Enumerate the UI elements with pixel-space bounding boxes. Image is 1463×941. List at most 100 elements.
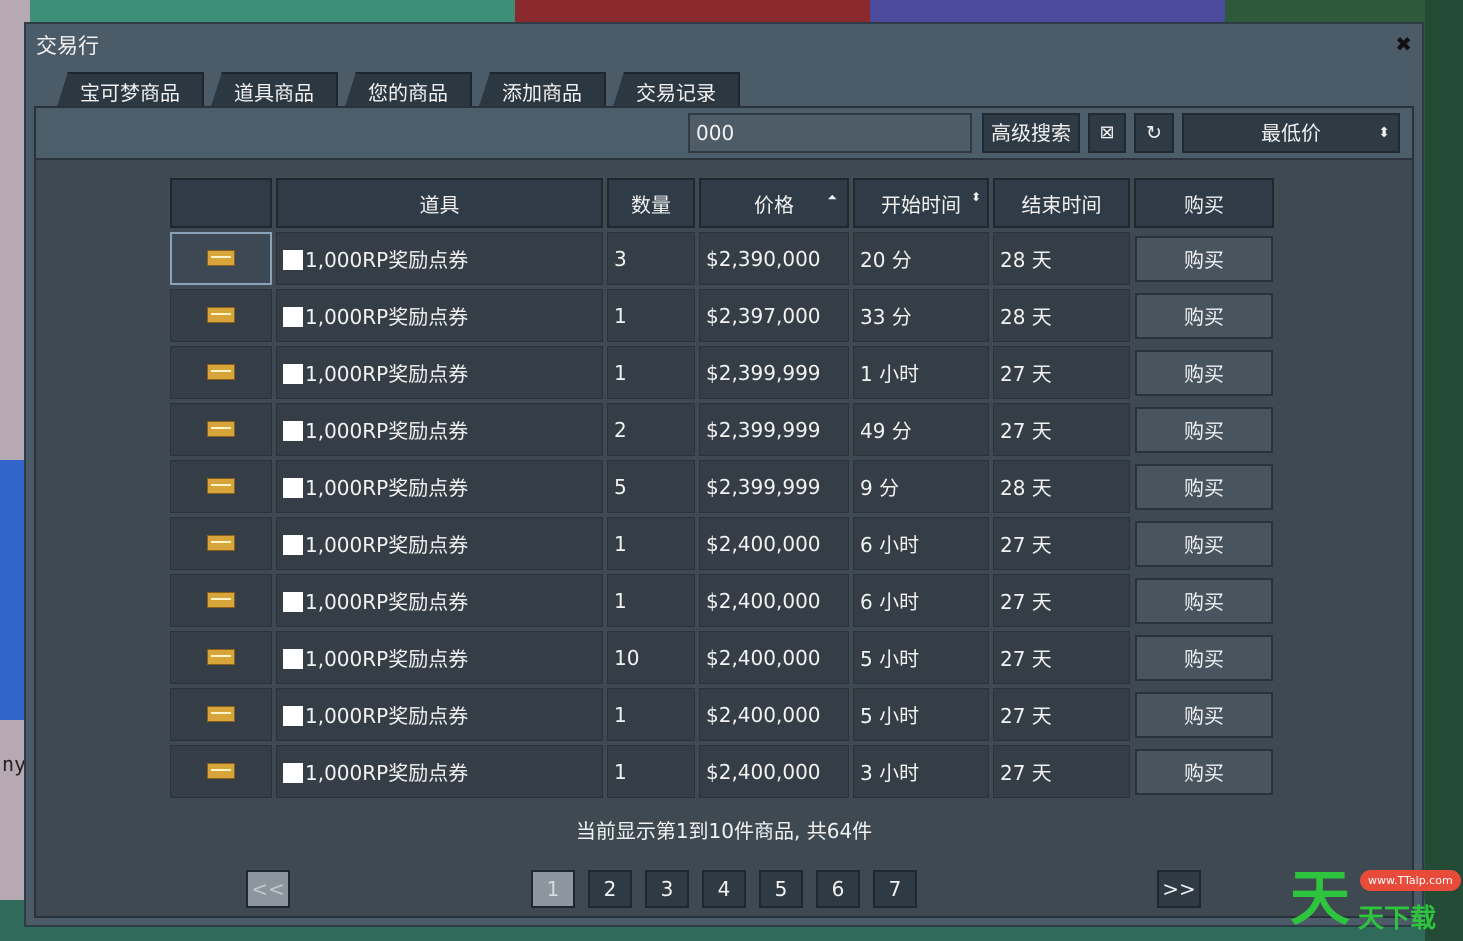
page-3[interactable]: 3: [645, 870, 689, 908]
page-5[interactable]: 5: [759, 870, 803, 908]
buy-button[interactable]: 购买: [1135, 292, 1273, 339]
item-icon-cell[interactable]: [170, 745, 272, 798]
page-2[interactable]: 2: [588, 870, 632, 908]
item-name: 1,000RP奖励点券: [305, 419, 469, 443]
next-page-button[interactable]: >>: [1157, 870, 1201, 908]
watermark-small: 天下载: [1358, 904, 1437, 934]
qty-cell: 1: [607, 346, 695, 399]
item-name-cell: 1,000RP奖励点券: [276, 232, 603, 285]
page-1[interactable]: 1: [531, 870, 575, 908]
buy-button[interactable]: 购买: [1135, 520, 1273, 567]
item-name: 1,000RP奖励点券: [305, 362, 469, 386]
tab-add-item[interactable]: 添加商品: [478, 72, 606, 110]
start-time-cell: 1 小时: [853, 346, 989, 399]
page-7[interactable]: 7: [873, 870, 917, 908]
start-time-cell: 5 小时: [853, 631, 989, 684]
item-name-cell: 1,000RP奖励点券: [276, 631, 603, 684]
price-cell: $2,400,000: [699, 745, 849, 798]
item-name-cell: 1,000RP奖励点券: [276, 460, 603, 513]
tab-pokemon[interactable]: 宝可梦商品: [56, 72, 204, 110]
ticket-icon: [207, 363, 235, 380]
buy-cell: 购买: [1134, 745, 1274, 798]
buy-cell: 购买: [1134, 688, 1274, 741]
table-row[interactable]: 1,000RP奖励点券 10 $2,400,000 5 小时 27 天购买: [170, 631, 1274, 684]
page-6[interactable]: 6: [816, 870, 860, 908]
background-text: ny: [2, 752, 27, 776]
end-time-cell: 28 天: [993, 232, 1130, 285]
item-icon-cell[interactable]: [170, 517, 272, 570]
start-time-cell: 33 分: [853, 289, 989, 342]
qty-cell: 1: [607, 517, 695, 570]
item-color-swatch: [283, 763, 303, 783]
table-row[interactable]: 1,000RP奖励点券 2 $2,399,999 49 分 27 天购买: [170, 403, 1274, 456]
watermark-logo: 天 天下载 www.TTalp.com: [1290, 864, 1461, 938]
tab-trade-history[interactable]: 交易记录: [612, 72, 740, 110]
tab-items[interactable]: 道具商品: [210, 72, 338, 110]
refresh-icon[interactable]: ↻: [1134, 113, 1174, 153]
end-time-cell: 27 天: [993, 574, 1130, 627]
sort-select-value: 最低价: [1261, 121, 1321, 145]
item-color-swatch: [283, 649, 303, 669]
watermark-badge: www.TTalp.com: [1360, 870, 1461, 891]
item-icon-cell[interactable]: [170, 403, 272, 456]
item-icon-cell[interactable]: [170, 289, 272, 342]
item-color-swatch: [283, 535, 303, 555]
buy-button[interactable]: 购买: [1135, 634, 1273, 681]
table-row[interactable]: 1,000RP奖励点券 5 $2,399,999 9 分 28 天购买: [170, 460, 1274, 513]
buy-button[interactable]: 购买: [1135, 577, 1273, 624]
ticket-icon: [207, 648, 235, 665]
page-4[interactable]: 4: [702, 870, 746, 908]
item-icon-cell[interactable]: [170, 346, 272, 399]
price-cell: $2,399,999: [699, 403, 849, 456]
header-price[interactable]: 价格 ⏶: [699, 178, 849, 228]
item-name: 1,000RP奖励点券: [305, 476, 469, 500]
header-start-time[interactable]: 开始时间 ⬍: [853, 178, 989, 228]
item-name: 1,000RP奖励点券: [305, 761, 469, 785]
price-cell: $2,400,000: [699, 688, 849, 741]
table-row[interactable]: 1,000RP奖励点券 1 $2,400,000 5 小时 27 天购买: [170, 688, 1274, 741]
item-icon-cell[interactable]: [170, 574, 272, 627]
table-row[interactable]: 1,000RP奖励点券 1 $2,400,000 3 小时 27 天购买: [170, 745, 1274, 798]
table-row[interactable]: 1,000RP奖励点券 1 $2,400,000 6 小时 27 天购买: [170, 517, 1274, 570]
item-color-swatch: [283, 592, 303, 612]
buy-cell: 购买: [1134, 289, 1274, 342]
search-input[interactable]: [688, 113, 972, 153]
advanced-search-button[interactable]: 高级搜索: [982, 113, 1080, 153]
buy-button[interactable]: 购买: [1135, 349, 1273, 396]
ticket-icon: [207, 534, 235, 551]
start-time-cell: 49 分: [853, 403, 989, 456]
close-icon[interactable]: ✖: [1395, 32, 1412, 56]
table-row[interactable]: 1,000RP奖励点券 1 $2,397,000 33 分 28 天购买: [170, 289, 1274, 342]
table-row[interactable]: 1,000RP奖励点券 1 $2,399,999 1 小时 27 天购买: [170, 346, 1274, 399]
table-row[interactable]: 1,000RP奖励点券 3 $2,390,000 20 分 28 天购买: [170, 232, 1274, 285]
header-qty[interactable]: 数量: [607, 178, 695, 228]
item-name-cell: 1,000RP奖励点券: [276, 688, 603, 741]
items-table: 道具 数量 价格 ⏶ 开始时间 ⬍ 结束时间 购买 1,000RP奖励点券 3 $2,3…: [166, 174, 1278, 802]
prev-page-button[interactable]: <<: [246, 870, 290, 908]
qty-cell: 1: [607, 289, 695, 342]
item-icon-cell[interactable]: [170, 631, 272, 684]
header-item[interactable]: 道具: [276, 178, 603, 228]
buy-button[interactable]: 购买: [1135, 463, 1273, 510]
item-name: 1,000RP奖励点券: [305, 533, 469, 557]
item-icon-cell[interactable]: [170, 232, 272, 285]
tab-your-items[interactable]: 您的商品: [344, 72, 472, 110]
price-cell: $2,399,999: [699, 346, 849, 399]
buy-cell: 购买: [1134, 403, 1274, 456]
buy-button[interactable]: 购买: [1135, 235, 1273, 282]
start-time-cell: 9 分: [853, 460, 989, 513]
item-icon-cell[interactable]: [170, 688, 272, 741]
header-end-time[interactable]: 结束时间: [993, 178, 1130, 228]
qty-cell: 3: [607, 232, 695, 285]
buy-button[interactable]: 购买: [1135, 691, 1273, 738]
sort-up-icon: ⏶: [827, 190, 837, 204]
item-icon-cell[interactable]: [170, 460, 272, 513]
sort-select[interactable]: 最低价 ⬍: [1182, 113, 1400, 153]
buy-button[interactable]: 购买: [1135, 406, 1273, 453]
clear-icon[interactable]: ⊠: [1088, 113, 1126, 153]
buy-button[interactable]: 购买: [1135, 748, 1273, 795]
table-row[interactable]: 1,000RP奖励点券 1 $2,400,000 6 小时 27 天购买: [170, 574, 1274, 627]
qty-cell: 5: [607, 460, 695, 513]
ticket-icon: [207, 249, 235, 266]
end-time-cell: 28 天: [993, 460, 1130, 513]
